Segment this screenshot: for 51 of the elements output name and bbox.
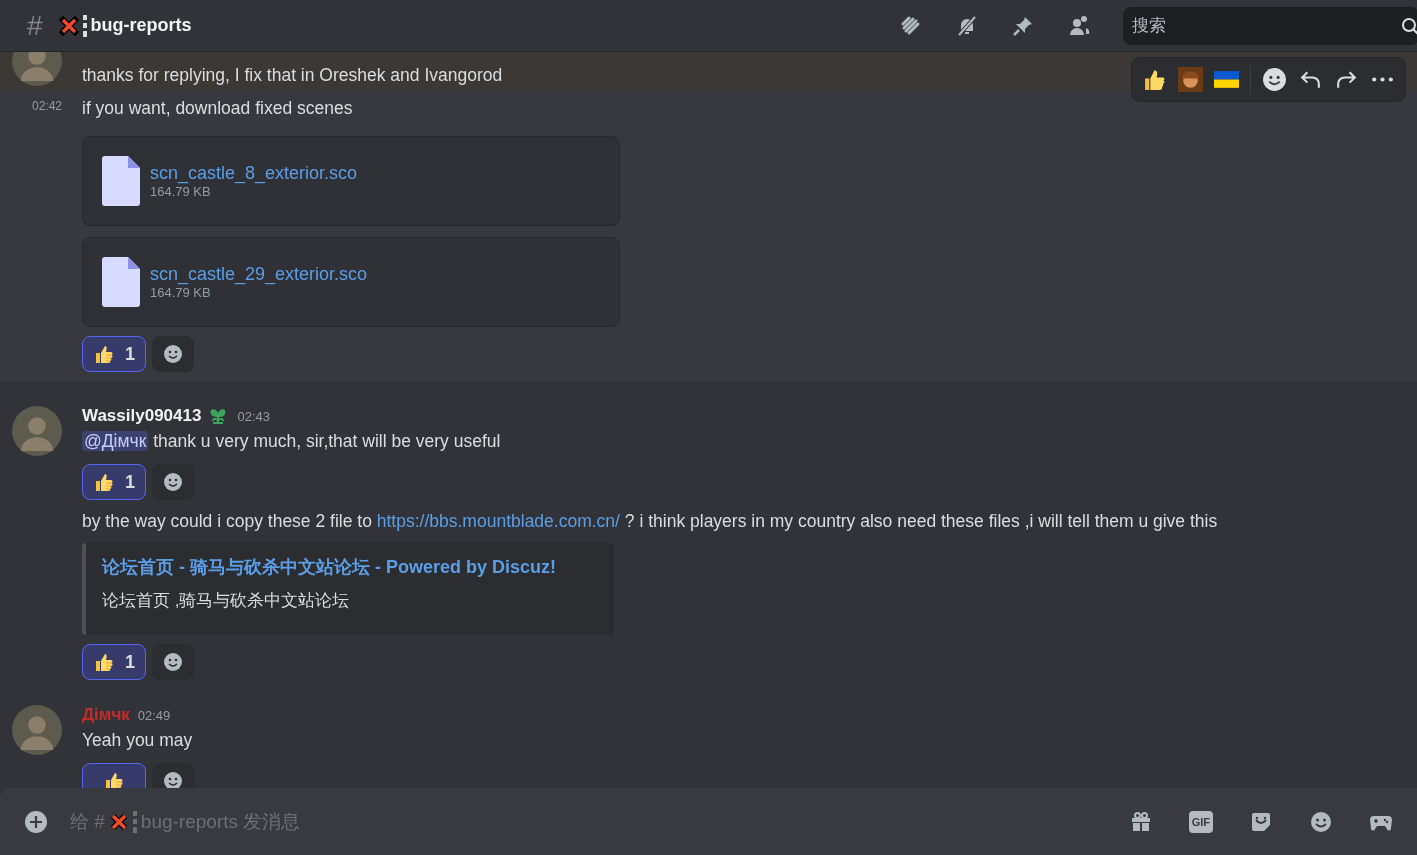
thumbs-up-icon [93,651,115,673]
character-emoji-icon[interactable] [1178,67,1203,92]
message-text: if you want, download fixed scenes [82,97,354,120]
add-attachment-icon[interactable] [24,809,48,834]
embed-title-link[interactable]: 论坛首页 - 骑马与砍杀中文站论坛 - Powered by Discuz! [102,555,598,579]
file-link[interactable]: scn_castle_8_exterior.sco [150,163,358,184]
members-icon[interactable] [1067,13,1091,38]
smile-icon [163,771,183,788]
file-link[interactable]: scn_castle_29_exterior.sco [150,264,368,285]
user-mention[interactable]: @Дімчк [82,431,149,451]
file-size: 164.79 KB [150,184,212,199]
add-reaction-button[interactable] [152,464,194,500]
file-icon [102,257,140,307]
reaction-button[interactable]: 1 [82,336,146,372]
thumbs-up-icon [93,471,115,493]
username[interactable]: Wassily090413 [82,406,202,426]
smile-icon [163,344,183,364]
timestamp: 02:42 [31,99,62,115]
avatar[interactable] [12,406,62,456]
add-reaction-button[interactable] [152,336,194,372]
smile-icon [163,472,183,492]
file-size: 164.79 KB [150,285,212,300]
search-icon [1401,16,1417,35]
message-text: thanks for replying, I fix that in Oreshek and Ivangorod [82,64,503,87]
thumbs-up-icon [103,770,125,788]
reaction-button[interactable]: 1 [82,464,146,500]
message-text: @Дімчк thank u very much, sir,that will be very useful [82,430,501,453]
reaction-button[interactable]: 1 [82,644,146,680]
thumbs-up-icon [93,343,115,365]
message-text: by the way could i copy these 2 file to https://bbs.mountblade.com.cn/ ? i think players in my country also need these files ,i will tell them u give this [82,510,1218,533]
cross-mark-icon [108,811,129,832]
channel-hash-icon: # [27,11,43,40]
timestamp: 02:49 [137,707,171,723]
message-text: Yeah you may [82,729,194,752]
add-reaction-icon[interactable] [1262,67,1287,92]
channel-name: bug-reports [90,15,192,36]
emoji-icon[interactable] [1309,809,1333,834]
timestamp: 02:43 [237,408,270,424]
cross-mark-icon [58,15,79,36]
file-icon [102,156,140,206]
gif-button[interactable]: GIF [1188,810,1213,833]
add-reaction-button[interactable] [152,644,194,680]
search-field[interactable]: 搜索 [1123,6,1417,45]
thumbs-up-icon[interactable] [1142,67,1167,92]
dashed-bar-icon [82,14,87,37]
smile-icon [163,652,183,672]
dashed-bar-icon [132,810,137,833]
avatar[interactable] [12,705,62,755]
muted-bell-icon[interactable] [955,13,979,38]
link[interactable]: https://bbs.mountblade.com.cn/ [376,511,620,531]
embed-description: 论坛首页 ,骑马与砍杀中文站论坛 [102,590,351,612]
